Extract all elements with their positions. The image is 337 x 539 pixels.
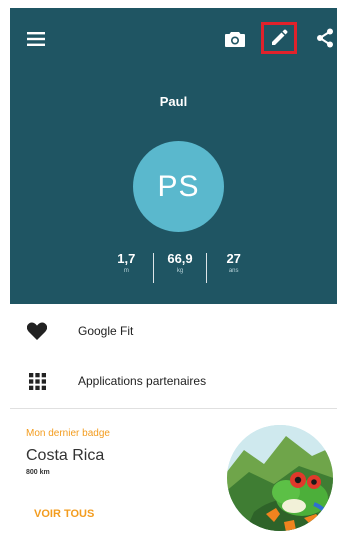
- menu-icon[interactable]: [24, 28, 48, 50]
- camera-icon[interactable]: [222, 27, 248, 51]
- stat-age-unit: ans: [228, 268, 239, 274]
- share-icon[interactable]: [312, 25, 337, 51]
- list-item-label: Google Fit: [78, 324, 134, 338]
- stat-weight: 66,9 kg: [154, 251, 207, 275]
- badge-name: Costa Rica: [26, 447, 105, 464]
- stat-height-unit: m: [123, 268, 129, 274]
- section-divider: [10, 408, 337, 409]
- edit-icon: [272, 29, 288, 45]
- list-item-google-fit[interactable]: Google Fit: [10, 306, 337, 356]
- profile-stats: 1,7 m 66,9 kg 27 ans: [100, 251, 260, 291]
- avatar[interactable]: PS: [133, 141, 224, 232]
- stat-divider: [152, 253, 154, 283]
- profile-name: Paul: [159, 94, 188, 109]
- stat-weight-value: 66,9: [167, 251, 193, 266]
- heart-icon: [24, 321, 50, 341]
- badge-distance: 800 km: [26, 469, 50, 476]
- stat-age: 27 ans: [207, 251, 260, 275]
- stat-height-value: 1,7: [117, 251, 136, 266]
- see-all-button[interactable]: VOIR TOUS: [34, 508, 94, 520]
- apps-grid-icon: [24, 371, 50, 391]
- list-item-partner-apps[interactable]: Applications partenaires: [10, 356, 337, 406]
- badge-section-title: Mon dernier badge: [26, 428, 110, 439]
- tree-frog-badge-icon[interactable]: [224, 422, 336, 534]
- stat-divider: [206, 253, 208, 283]
- edit-button[interactable]: [261, 22, 297, 54]
- profile-header: Paul PS 1,7 m 66,9 kg 27 ans: [10, 8, 337, 304]
- stat-age-value: 27: [226, 251, 241, 266]
- stat-height: 1,7 m: [100, 251, 153, 275]
- stat-weight-unit: kg: [176, 268, 184, 274]
- list-item-label: Applications partenaires: [78, 374, 207, 388]
